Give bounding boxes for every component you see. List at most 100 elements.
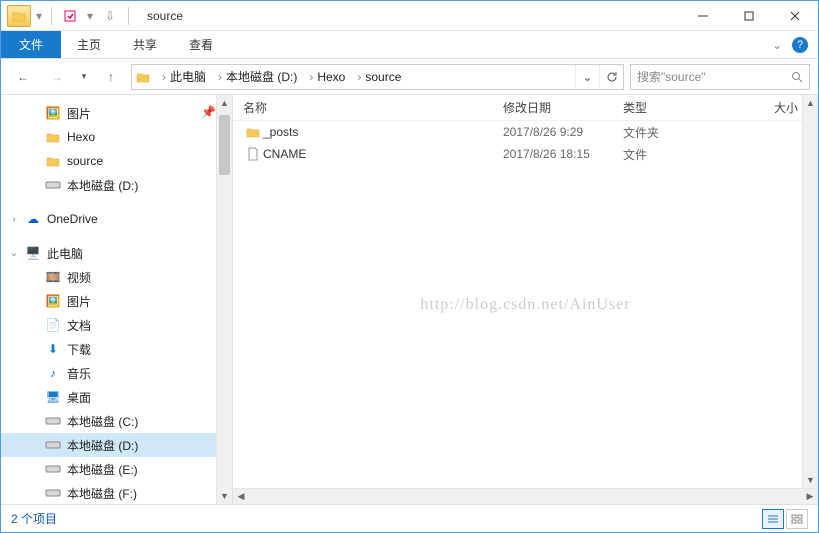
tree-item-drive-d[interactable]: 本地磁盘 (D:)	[1, 433, 232, 457]
help-icon[interactable]: ?	[792, 37, 808, 53]
onedrive-icon: ☁	[25, 211, 41, 227]
file-date: 2017/8/26 9:29	[503, 125, 623, 139]
drive-icon	[45, 437, 61, 453]
scroll-down-icon[interactable]: ▼	[217, 488, 232, 504]
tree-label: 下载	[67, 341, 91, 358]
file-list-area: 名称 修改日期 类型 大小 _posts 2017/8/26 9:29 文件夹 …	[233, 95, 818, 504]
breadcrumb-label: 本地磁盘 (D:)	[226, 68, 297, 85]
breadcrumb-segment[interactable]: ›source	[349, 65, 405, 89]
separator	[128, 7, 129, 25]
tree-item-desktop[interactable]: 🖥 桌面	[1, 385, 232, 409]
breadcrumb-label: 此电脑	[170, 68, 206, 85]
tree-item-music[interactable]: ♪ 音乐	[1, 361, 232, 385]
tree-item-pictures[interactable]: 🖼️图片	[1, 101, 232, 125]
folder-icon	[45, 153, 61, 169]
tree-label: 此电脑	[47, 245, 83, 262]
qat-dropdown-icon[interactable]: ▾	[84, 5, 96, 27]
drive-icon	[45, 413, 61, 429]
up-button[interactable]: ↑	[97, 64, 125, 90]
search-input[interactable]: 搜索"source"	[630, 64, 810, 90]
file-type: 文件	[623, 146, 723, 163]
tree-item-videos[interactable]: 🎞️ 视频	[1, 265, 232, 289]
desktop-icon: 🖥	[45, 389, 61, 405]
list-item[interactable]: _posts 2017/8/26 9:29 文件夹	[233, 121, 818, 143]
sidebar-scrollbar[interactable]: ▲▼	[216, 95, 232, 504]
address-dropdown-icon[interactable]: ⌄	[575, 65, 599, 89]
tree-item-hexo[interactable]: Hexo	[1, 125, 232, 149]
folder-icon	[243, 124, 263, 140]
back-button[interactable]: ←	[9, 64, 37, 90]
column-headers: 名称 修改日期 类型 大小	[233, 95, 818, 121]
navigation-pane[interactable]: 📌 🖼️图片 Hexo source 本地磁盘 (D:) ›☁OneDrive …	[1, 95, 233, 504]
tree-label: OneDrive	[47, 212, 98, 226]
maximize-button[interactable]	[726, 1, 772, 31]
scroll-right-icon[interactable]: ▶	[802, 491, 818, 502]
ribbon-expand-icon[interactable]: ⌄	[772, 38, 782, 52]
scroll-up-icon[interactable]: ▲	[803, 95, 818, 111]
tree-item-thispc[interactable]: ⌄🖥️此电脑	[1, 241, 232, 265]
tree-label: 本地磁盘 (C:)	[67, 413, 138, 430]
ribbon-tab-home[interactable]: 主页	[61, 31, 117, 58]
minimize-button[interactable]	[680, 1, 726, 31]
scrollbar-thumb[interactable]	[219, 115, 230, 175]
tree-item-drive-c[interactable]: 本地磁盘 (C:)	[1, 409, 232, 433]
watermark-text: http://blog.csdn.net/AinUser	[420, 296, 630, 314]
pin-icon[interactable]: 📌	[201, 105, 216, 119]
tree-label: 音乐	[67, 365, 91, 382]
file-list[interactable]: _posts 2017/8/26 9:29 文件夹 CNAME 2017/8/2…	[233, 121, 818, 488]
breadcrumb-segment[interactable]: ›Hexo	[301, 65, 349, 89]
tree-item-drive-d[interactable]: 本地磁盘 (D:)	[1, 173, 232, 197]
pictures-icon: 🖼️	[45, 293, 61, 309]
tree-label: 文档	[67, 317, 91, 334]
tree-label: 图片	[67, 293, 91, 310]
column-header-name[interactable]: 名称	[243, 99, 503, 116]
close-button[interactable]	[772, 1, 818, 31]
forward-button[interactable]: →	[43, 64, 71, 90]
ribbon-tab-share[interactable]: 共享	[117, 31, 173, 58]
separator	[51, 7, 52, 25]
tree-item-onedrive[interactable]: › ☁ OneDrive	[1, 207, 232, 231]
tree-label: 桌面	[67, 389, 91, 406]
tree-item-drive-f[interactable]: 本地磁盘 (F:)	[1, 481, 232, 504]
tree-item-drive-e[interactable]: 本地磁盘 (E:)	[1, 457, 232, 481]
search-icon	[791, 71, 803, 83]
tree-item-documents[interactable]: 📄文档	[1, 313, 232, 337]
chevron-right-icon: ›	[305, 70, 317, 84]
tree-label: 本地磁盘 (D:)	[67, 177, 138, 194]
breadcrumb-segment[interactable]: ›此电脑	[154, 65, 210, 89]
music-icon: ♪	[45, 365, 61, 381]
scroll-up-icon[interactable]: ▲	[217, 95, 232, 111]
view-large-icons-button[interactable]	[786, 509, 808, 529]
videos-icon: 🎞️	[45, 269, 61, 285]
horizontal-scrollbar[interactable]: ◀▶	[233, 488, 818, 504]
ribbon-file-tab[interactable]: 文件	[1, 31, 61, 58]
chevron-right-icon: ›	[353, 70, 365, 84]
tree-item-pictures[interactable]: 🖼️ 图片	[1, 289, 232, 313]
qat-dropdown-icon[interactable]: ▾	[33, 5, 45, 27]
scroll-left-icon[interactable]: ◀	[233, 491, 249, 502]
column-header-type[interactable]: 类型	[623, 99, 723, 116]
folder-icon[interactable]	[7, 5, 31, 27]
tree-label: 本地磁盘 (D:)	[67, 437, 138, 454]
address-bar[interactable]: ›此电脑 ›本地磁盘 (D:) ›Hexo ›source ⌄	[131, 64, 624, 90]
expand-icon[interactable]: ›	[9, 214, 19, 225]
list-item[interactable]: CNAME 2017/8/26 18:15 文件	[233, 143, 818, 165]
scroll-down-icon[interactable]: ▼	[803, 472, 818, 488]
ribbon-bar: 文件 主页 共享 查看 ⌄ ?	[1, 31, 818, 59]
chevron-right-icon: ›	[158, 70, 170, 84]
tree-label: 视频	[67, 269, 91, 286]
status-text: 2 个项目	[11, 510, 57, 527]
filelist-scrollbar[interactable]: ▲▼	[802, 95, 818, 488]
tree-item-downloads[interactable]: ⬇下载	[1, 337, 232, 361]
tree-item-source[interactable]: source	[1, 149, 232, 173]
properties-icon[interactable]	[58, 5, 82, 27]
tree-label: source	[67, 154, 103, 168]
ribbon-tab-view[interactable]: 查看	[173, 31, 229, 58]
breadcrumb-segment[interactable]: ›本地磁盘 (D:)	[210, 65, 301, 89]
refresh-button[interactable]	[599, 65, 623, 89]
collapse-icon[interactable]: ⌄	[9, 248, 19, 259]
view-details-button[interactable]	[762, 509, 784, 529]
recent-dropdown-icon[interactable]: ▾	[77, 64, 91, 90]
column-header-date[interactable]: 修改日期	[503, 99, 623, 116]
qat-customize-icon[interactable]: ⇩	[98, 5, 122, 27]
